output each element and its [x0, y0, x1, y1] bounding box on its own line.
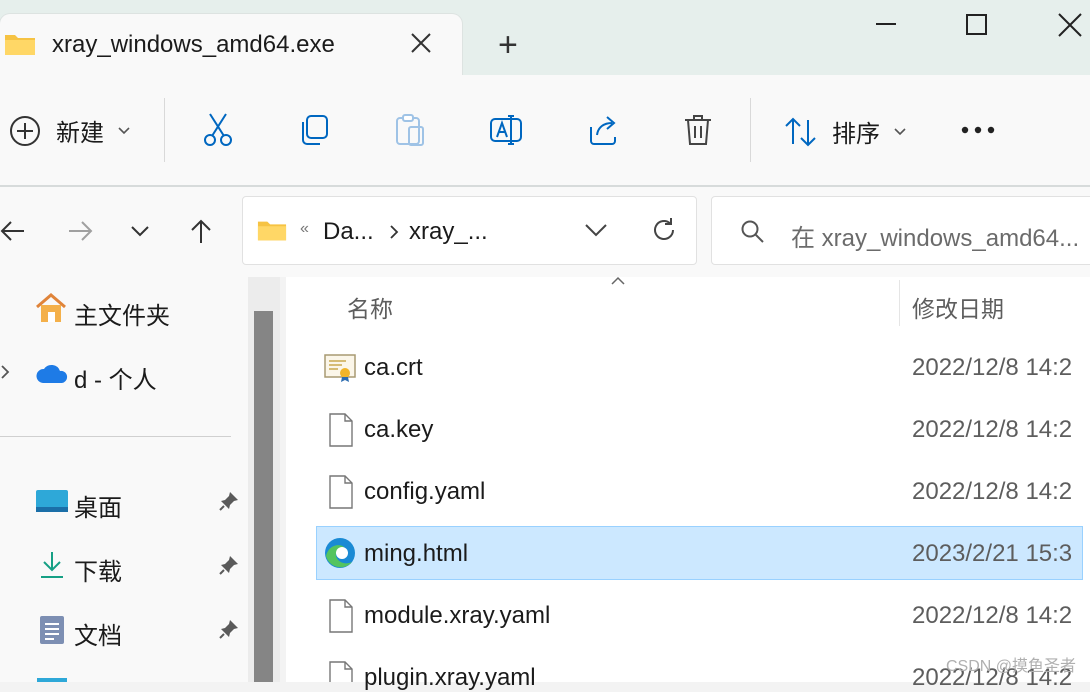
- sidebar-item-onedrive[interactable]: d - 个人: [74, 360, 157, 395]
- delete-icon[interactable]: [682, 113, 714, 147]
- maximize-icon[interactable]: [965, 12, 989, 36]
- cut-icon[interactable]: [202, 112, 234, 148]
- refresh-icon[interactable]: [650, 216, 678, 244]
- home-icon: [34, 292, 68, 324]
- sidebar-item-desktop[interactable]: 桌面: [74, 488, 122, 523]
- recent-locations-icon[interactable]: [130, 224, 150, 238]
- breadcrumb-overflow[interactable]: «: [300, 220, 309, 238]
- expand-chevron-icon[interactable]: [0, 364, 10, 380]
- toolbar-divider: [164, 98, 165, 162]
- close-window-icon[interactable]: [1057, 12, 1083, 38]
- sidebar-divider: [0, 436, 231, 437]
- pin-icon[interactable]: [218, 618, 240, 640]
- copy-icon[interactable]: [298, 114, 330, 146]
- file-icon: [328, 475, 354, 509]
- column-header-name[interactable]: 名称: [347, 290, 393, 324]
- rename-icon[interactable]: [489, 113, 523, 147]
- sort-icon: [785, 117, 816, 146]
- toolbar-divider: [750, 98, 751, 162]
- file-date: 2022/12/8 14:2: [912, 416, 1073, 443]
- file-icon: [328, 661, 354, 682]
- file-name: plugin.xray.yaml: [364, 664, 536, 691]
- file-name: module.xray.yaml: [364, 602, 551, 629]
- file-name: ca.key: [364, 416, 434, 443]
- watermark: CSDN @摸鱼圣者: [945, 658, 1076, 675]
- new-tab-button[interactable]: +: [498, 26, 518, 65]
- folder-icon: [4, 32, 36, 56]
- column-header-modified[interactable]: 修改日期: [912, 290, 1004, 324]
- next-sidebar-icon: [37, 678, 67, 682]
- breadcrumb-item[interactable]: xray_...: [409, 218, 488, 246]
- plus-circle-icon: [10, 115, 40, 146]
- documents-icon: [38, 614, 66, 646]
- tab-title: xray_windows_amd64.exe: [52, 31, 335, 58]
- file-name: ming.html: [364, 540, 469, 567]
- up-icon[interactable]: [188, 218, 214, 244]
- sort-ascending-icon: [610, 276, 626, 286]
- sidebar-item-downloads[interactable]: 下载: [74, 552, 122, 587]
- share-icon[interactable]: [586, 113, 620, 147]
- download-icon: [38, 550, 66, 580]
- pin-icon[interactable]: [218, 554, 240, 576]
- file-date: 2023/2/21 15:3: [912, 540, 1073, 567]
- pin-icon[interactable]: [218, 490, 240, 512]
- minimize-icon[interactable]: [874, 12, 898, 36]
- file-icon: [328, 599, 354, 633]
- onedrive-icon: [34, 361, 70, 385]
- close-tab-icon[interactable]: [408, 30, 434, 56]
- file-name: config.yaml: [364, 478, 486, 505]
- folder-icon: [257, 218, 287, 242]
- file-date: 2022/12/8 14:2: [912, 354, 1073, 381]
- forward-icon[interactable]: [67, 218, 93, 244]
- desktop-icon: [35, 489, 69, 515]
- sidebar-item-documents[interactable]: 文档: [74, 616, 122, 651]
- more-icon[interactable]: [960, 124, 996, 136]
- certificate-icon: [324, 353, 356, 383]
- sort-button[interactable]: 排序: [784, 114, 906, 149]
- new-label: 新建: [56, 120, 104, 147]
- file-icon: [328, 413, 354, 447]
- breadcrumb-chevron-icon: [389, 224, 399, 240]
- file-name: ca.crt: [364, 354, 423, 381]
- new-button[interactable]: 新建: [8, 113, 130, 148]
- sidebar-item-home[interactable]: 主文件夹: [74, 296, 170, 331]
- breadcrumb-item[interactable]: Da...: [323, 218, 374, 246]
- chevron-down-icon: [894, 127, 906, 135]
- sidebar-scrollbar-thumb[interactable]: [254, 311, 273, 682]
- back-icon[interactable]: [0, 218, 26, 244]
- column-divider[interactable]: [899, 280, 900, 326]
- edge-icon: [323, 536, 357, 570]
- search-icon: [740, 219, 766, 245]
- sort-label: 排序: [832, 121, 880, 148]
- address-dropdown-icon[interactable]: [584, 222, 608, 238]
- chevron-down-icon: [118, 126, 130, 134]
- file-date: 2022/12/8 14:2: [912, 602, 1073, 629]
- file-date: 2022/12/8 14:2: [912, 478, 1073, 505]
- paste-icon[interactable]: [394, 113, 426, 147]
- search-placeholder: 在 xray_windows_amd64...: [791, 225, 1080, 252]
